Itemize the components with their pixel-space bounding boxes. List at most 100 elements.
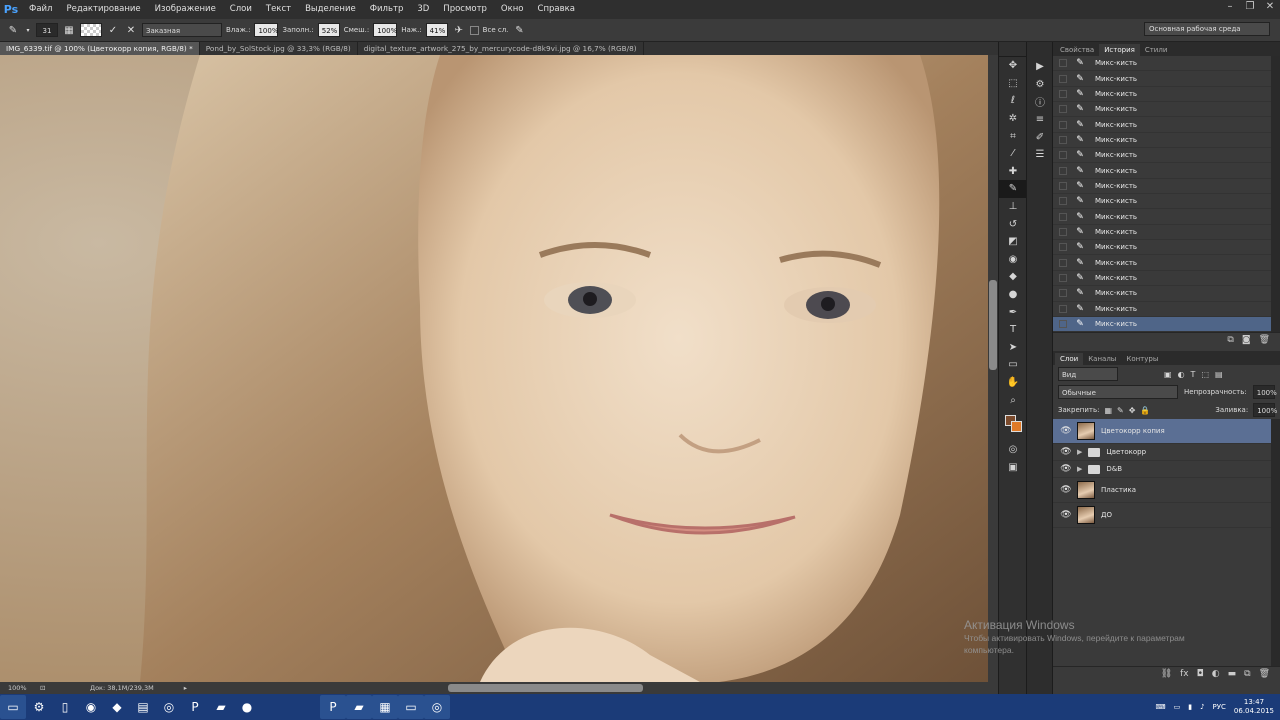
healing-tool-icon[interactable]: ✚ [999, 163, 1027, 181]
chrome-window-button[interactable]: ◎ [424, 695, 450, 719]
move-tool-icon[interactable]: ✥ [999, 57, 1027, 75]
new-layer-icon[interactable]: ⧉ [1244, 669, 1250, 679]
history-item[interactable]: ✎ Микс-кисть [1053, 255, 1271, 271]
dodge-tool-icon[interactable]: ● [999, 286, 1027, 304]
visibility-eye-icon[interactable]: 👁 [1059, 464, 1073, 474]
history-item[interactable]: ✎ Микс-кисть [1053, 133, 1271, 149]
marquee-tool-icon[interactable]: ⬚ [999, 75, 1027, 93]
clone-stamp-tool-icon[interactable]: ⊥ [999, 198, 1027, 216]
documents-icon[interactable]: ▯ [52, 695, 78, 719]
status-menu-arrow[interactable]: ▸ [184, 684, 187, 692]
load-swatch[interactable] [80, 23, 102, 37]
mix-input[interactable]: 100% [373, 23, 397, 37]
history-item[interactable]: ✎ Микс-кисть [1053, 286, 1271, 302]
history-item[interactable]: ✎ Микс-кисть [1053, 271, 1271, 287]
screen-mode-icon[interactable]: ▣ [999, 458, 1027, 476]
history-snapshot-box[interactable] [1059, 74, 1067, 83]
zoom-tool-icon[interactable]: ⌕ [999, 391, 1027, 409]
history-item[interactable]: ✎ Микс-кисть [1053, 102, 1271, 118]
document-canvas[interactable] [0, 55, 988, 682]
airbrush-icon[interactable]: ✈ [452, 23, 466, 37]
history-snapshot-box[interactable] [1059, 120, 1067, 129]
color-swatches[interactable] [999, 409, 1026, 441]
layer-row[interactable]: 👁 Цветокорр копия [1053, 419, 1271, 444]
menu-edit[interactable]: Редактирование [59, 0, 147, 19]
filter-adjust-icon[interactable]: ◐ [1178, 370, 1185, 379]
group-icon[interactable]: ▬ [1228, 669, 1237, 679]
settings-window-button[interactable]: ▦ [372, 695, 398, 719]
filter-shape-icon[interactable]: ⬚ [1201, 370, 1209, 379]
brush-size-picker[interactable]: 31 [36, 23, 58, 37]
calculator-icon[interactable]: ▤ [130, 695, 156, 719]
folder-taskbar-icon[interactable]: ▰ [208, 695, 234, 719]
start-button[interactable]: ▭ [0, 695, 26, 719]
tab-layers[interactable]: Слои [1055, 353, 1084, 365]
history-snapshot-box[interactable] [1059, 212, 1067, 221]
filter-smart-icon[interactable]: ▤ [1215, 370, 1223, 379]
display-window-button[interactable]: ▭ [398, 695, 424, 719]
adjustment-icon[interactable]: ◐ [1212, 669, 1220, 679]
history-item-current[interactable]: ✎ Микс-кисть [1053, 316, 1271, 332]
tab-img-6339[interactable]: IMG_6339.tif @ 100% (Цветокорр копия, RG… [0, 42, 200, 55]
volume-icon[interactable]: ♪ [1200, 703, 1204, 711]
zoom-level[interactable]: 100% [8, 684, 34, 692]
layer-row[interactable]: 👁 ДО [1053, 503, 1271, 528]
menu-text[interactable]: Текст [259, 0, 298, 19]
history-item[interactable]: ✎ Микс-кисть [1053, 302, 1271, 317]
media-icon[interactable]: ◆ [104, 695, 130, 719]
chevron-down-icon[interactable]: ▾ [24, 23, 32, 37]
info-icon[interactable]: ⓘ [1027, 93, 1053, 111]
paint-bucket-tool-icon[interactable]: ◉ [999, 251, 1027, 269]
type-tool-icon[interactable]: T [999, 321, 1027, 339]
camera-icon[interactable]: ◙ [1242, 335, 1251, 345]
history-item[interactable]: ✎ Микс-кисть [1053, 163, 1271, 179]
expand-caret-icon[interactable]: ▶ [1077, 465, 1082, 473]
restore-icon[interactable]: ❐ [1240, 0, 1260, 16]
display-icon[interactable]: ▭ [1174, 703, 1181, 711]
brush-panel-icon[interactable]: ▦ [62, 23, 76, 37]
history-snapshot-box[interactable] [1059, 181, 1067, 190]
close-icon[interactable]: ✕ [1260, 0, 1280, 16]
adjust-icon[interactable]: ≡ [1027, 111, 1053, 129]
history-snapshot-box[interactable] [1059, 304, 1067, 313]
history-item[interactable]: ✎ Микс-кисть [1053, 179, 1271, 195]
menu-file[interactable]: Файл [22, 0, 59, 19]
wet-input[interactable]: 100% [254, 23, 278, 37]
tab-history[interactable]: История [1099, 44, 1140, 56]
tab-pond[interactable]: Pond_by_SolStock.jpg @ 33,3% (RGB/8) [200, 42, 358, 55]
lock-paint-icon[interactable]: ✎ [1117, 406, 1124, 415]
history-snapshot-box[interactable] [1059, 258, 1067, 267]
settings-icon[interactable]: ☰ [1027, 146, 1053, 164]
expand-caret-icon[interactable]: ▶ [1077, 448, 1082, 456]
hand-tool-icon[interactable]: ✋ [999, 374, 1027, 392]
photoshop-taskbar-icon[interactable]: P [182, 695, 208, 719]
layer-row[interactable]: 👁 Пластика [1053, 478, 1271, 503]
history-item[interactable]: ✎ Микс-кисть [1053, 148, 1271, 164]
filter-image-icon[interactable]: ▣ [1164, 370, 1172, 379]
new-document-icon[interactable]: ⧉ [1227, 335, 1233, 345]
photoshop-window-button[interactable]: P [320, 695, 346, 719]
keyboard-icon[interactable]: ⌨ [1155, 703, 1165, 711]
crop-tool-icon[interactable]: ⌗ [999, 127, 1027, 145]
menu-filter[interactable]: Фильтр [363, 0, 411, 19]
browser-icon[interactable]: ◉ [78, 695, 104, 719]
history-snapshot-box[interactable] [1059, 289, 1067, 298]
lock-all-icon[interactable]: 🔒 [1140, 406, 1150, 415]
history-snapshot-box[interactable] [1059, 320, 1067, 329]
tab-paths[interactable]: Контуры [1121, 353, 1163, 365]
menu-window[interactable]: Окно [494, 0, 531, 19]
clock[interactable]: 13:47 06.04.2015 [1234, 698, 1274, 716]
history-snapshot-box[interactable] [1059, 197, 1067, 206]
menu-layers[interactable]: Слои [223, 0, 259, 19]
export-icon[interactable]: ⊡ [40, 684, 52, 692]
load-input[interactable]: 52% [317, 23, 340, 37]
history-brush-tool-icon[interactable]: ↺ [999, 215, 1027, 233]
history-snapshot-box[interactable] [1059, 89, 1067, 98]
mixer-brush-tool-icon[interactable]: ✎ [999, 180, 1027, 198]
background-color[interactable] [1011, 420, 1022, 432]
delete-layer-icon[interactable]: 🗑 [1259, 669, 1270, 679]
minimize-icon[interactable]: – [1220, 0, 1240, 16]
history-snapshot-box[interactable] [1059, 243, 1067, 252]
history-snapshot-box[interactable] [1059, 273, 1067, 282]
pressure-icon[interactable]: ✎ [512, 23, 526, 37]
